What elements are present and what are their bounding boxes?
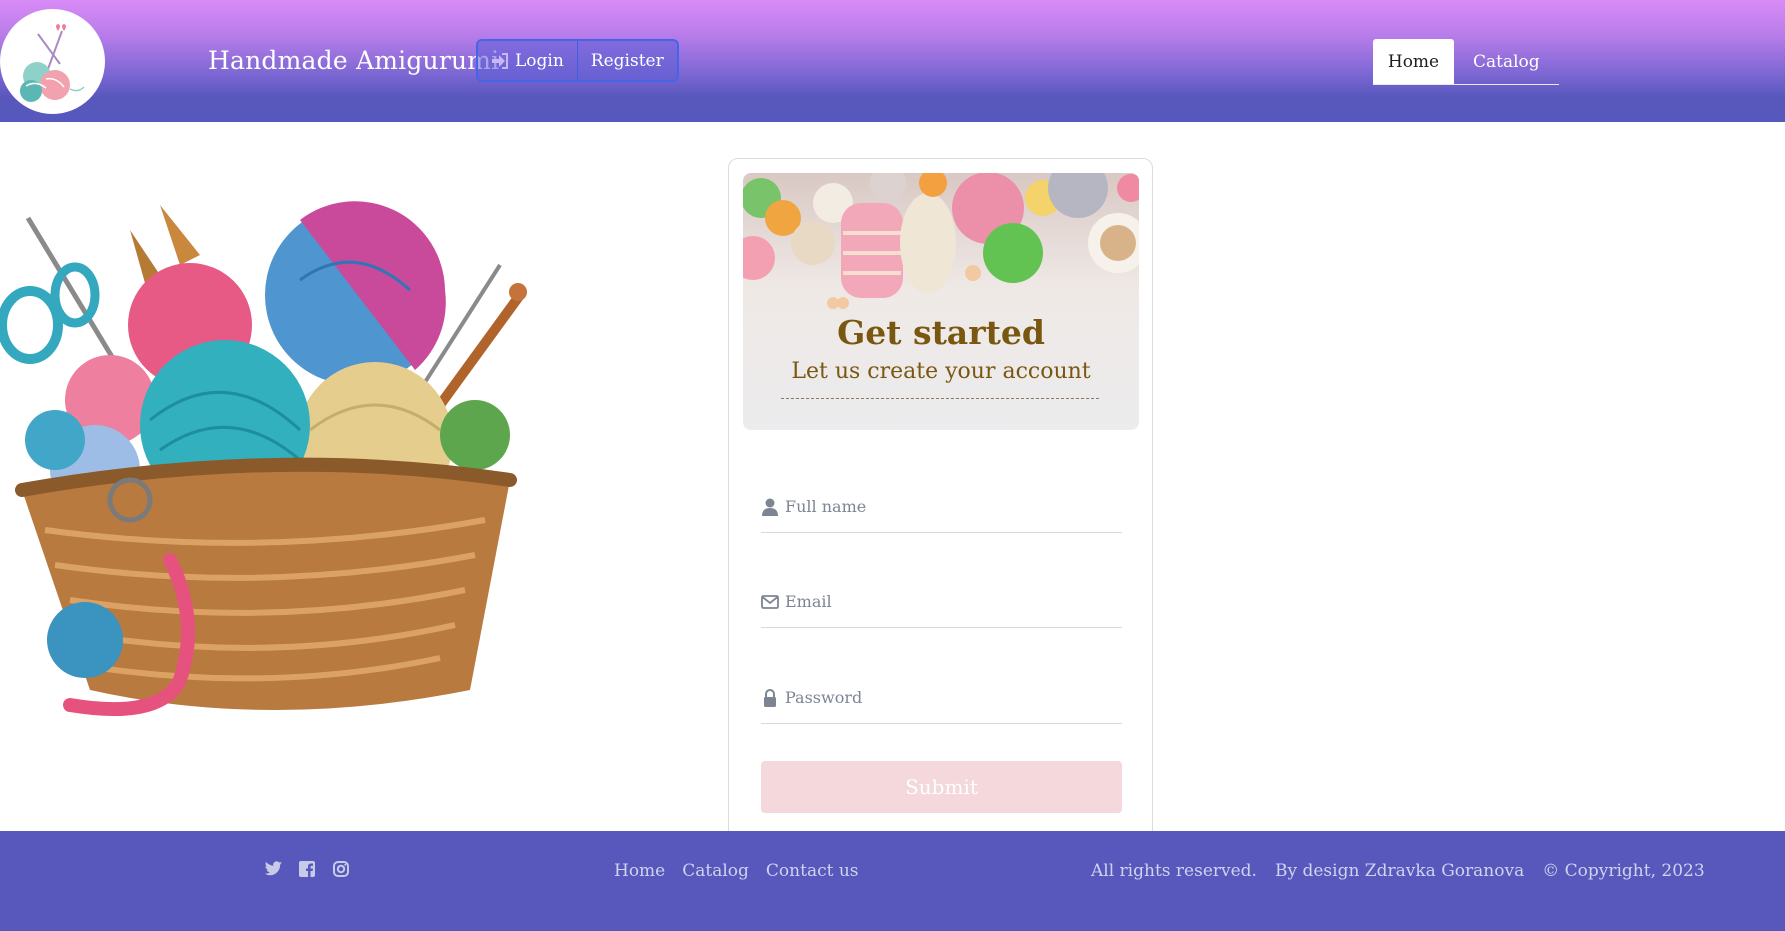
- login-label: Login: [515, 50, 564, 71]
- user-icon: [762, 498, 778, 516]
- nav-home[interactable]: Home: [1373, 39, 1454, 84]
- email-input[interactable]: [785, 592, 1115, 611]
- footer-info: All rights reserved. By design Zdravka G…: [1091, 861, 1705, 881]
- copyright-text: © Copyright, 2023: [1542, 861, 1705, 881]
- facebook-icon[interactable]: [297, 859, 317, 879]
- register-card: Get started Let us create your account S…: [728, 158, 1153, 858]
- yarn-logo-icon: [20, 24, 85, 102]
- footer-link-home[interactable]: Home: [614, 861, 665, 881]
- footer-link-contact[interactable]: Contact us: [766, 861, 859, 881]
- design-credit: By design Zdravka Goranova: [1274, 861, 1525, 881]
- submit-button[interactable]: Submit: [761, 761, 1122, 813]
- password-field: [761, 672, 1122, 724]
- auth-button-group: Login Register: [476, 39, 679, 82]
- brand-title[interactable]: Handmade Amigurumi: [208, 46, 499, 75]
- footer-nav: Home Catalog Contact us: [614, 861, 859, 881]
- instagram-icon[interactable]: [331, 859, 351, 879]
- banner-divider: [781, 398, 1099, 399]
- form-title: Get started: [837, 313, 1045, 352]
- form-subtitle: Let us create your account: [791, 359, 1091, 384]
- lock-icon: [764, 688, 776, 707]
- fullname-field: [761, 481, 1122, 533]
- register-banner: Get started Let us create your account: [743, 173, 1139, 430]
- email-field: [761, 576, 1122, 628]
- site-header: Handmade Amigurumi Login Register Home C…: [0, 0, 1785, 122]
- nav-catalog[interactable]: Catalog: [1454, 39, 1559, 84]
- login-button[interactable]: Login: [478, 41, 577, 80]
- envelope-icon: [761, 594, 779, 609]
- social-links: [263, 859, 351, 879]
- site-footer: Home Catalog Contact us All rights reser…: [0, 831, 1785, 931]
- register-label: Register: [590, 50, 664, 71]
- yarn-banner-image: [743, 173, 1139, 309]
- twitter-icon[interactable]: [263, 859, 283, 879]
- register-button[interactable]: Register: [576, 41, 677, 80]
- main-nav: Home Catalog: [1373, 39, 1559, 85]
- sign-in-icon: [492, 52, 508, 69]
- yarn-basket-image: [0, 201, 527, 717]
- logo[interactable]: [0, 9, 105, 114]
- password-input[interactable]: [785, 688, 1115, 707]
- footer-link-catalog[interactable]: Catalog: [682, 861, 749, 881]
- rights-text: All rights reserved.: [1091, 861, 1257, 881]
- fullname-input[interactable]: [785, 497, 1115, 516]
